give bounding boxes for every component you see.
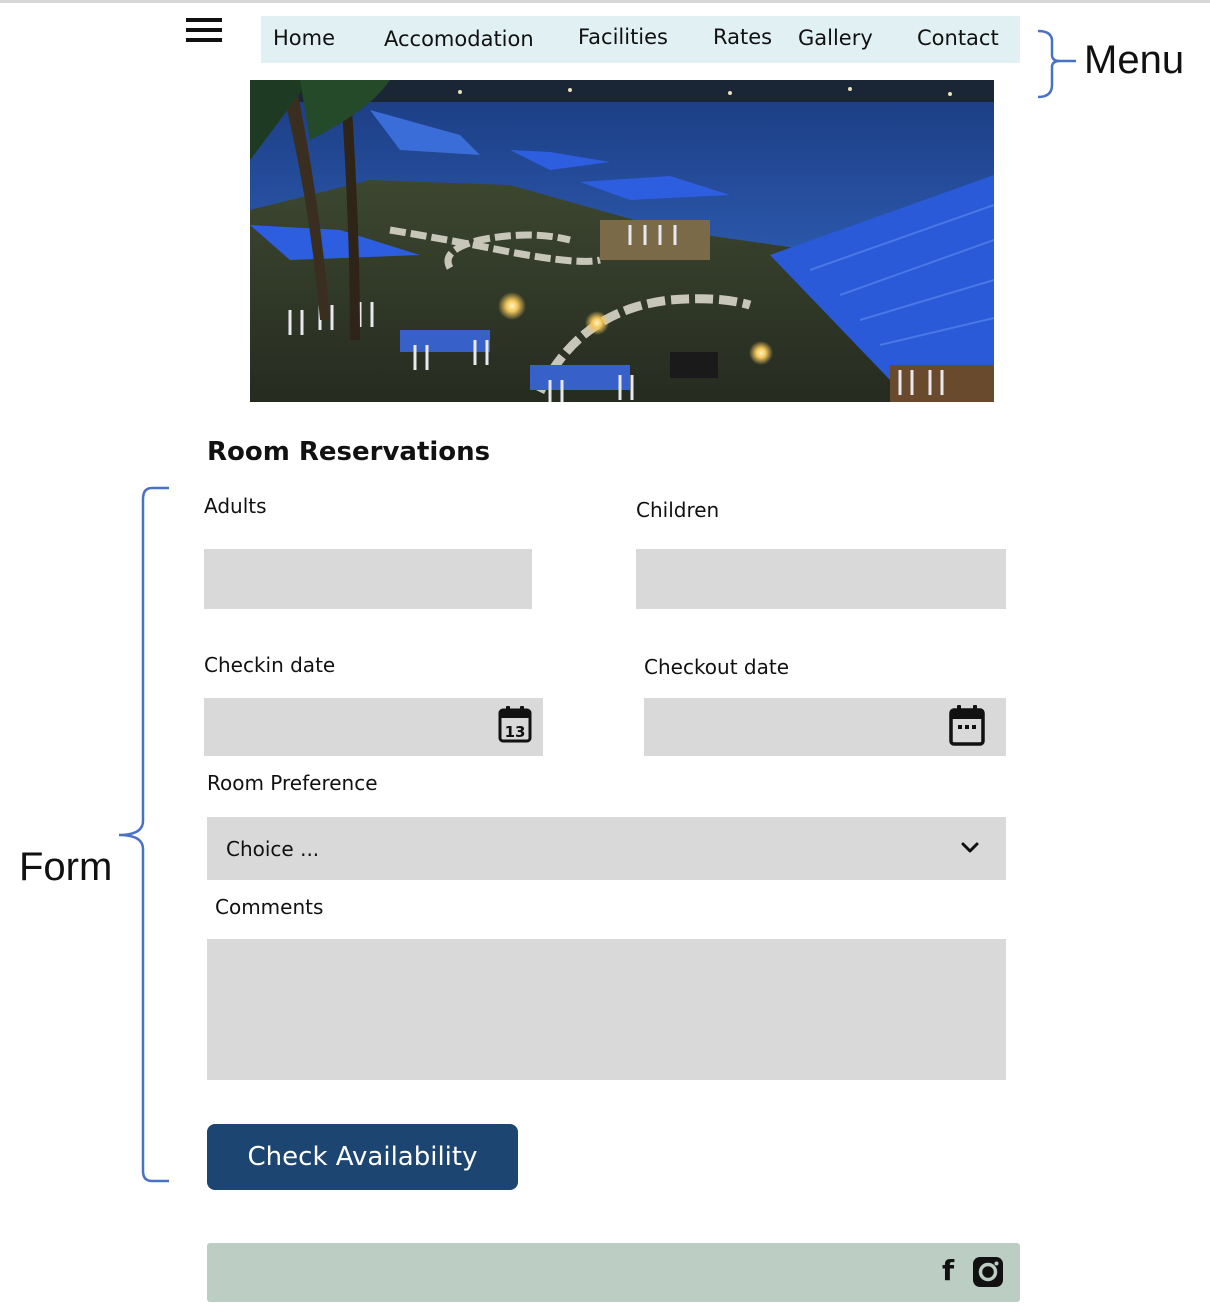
- adults-label: Adults: [204, 494, 267, 518]
- menu-item-gallery[interactable]: Gallery: [798, 26, 873, 50]
- room-preference-select[interactable]: Choice ...: [207, 817, 1006, 880]
- hamburger-menu-icon[interactable]: [186, 18, 222, 46]
- room-preference-label: Room Preference: [207, 771, 378, 795]
- calendar-13-icon[interactable]: 13: [498, 705, 532, 743]
- form-annotation-bracket: [118, 486, 169, 1183]
- svg-text:13: 13: [505, 723, 526, 741]
- check-availability-button[interactable]: Check Availability: [207, 1124, 518, 1190]
- facebook-icon[interactable]: f: [942, 1257, 954, 1285]
- main-menu: Home Accomodation Facilities Rates Galle…: [261, 16, 1020, 63]
- comments-textarea[interactable]: [207, 939, 1006, 1080]
- menu-item-facilities[interactable]: Facilities: [578, 25, 668, 49]
- menu-item-rates[interactable]: Rates: [713, 25, 772, 49]
- menu-annotation-label: Menu: [1084, 38, 1185, 82]
- children-label: Children: [636, 498, 720, 522]
- instagram-icon[interactable]: [973, 1257, 1003, 1287]
- menu-annotation-bracket: [1037, 29, 1076, 99]
- checkout-date-label: Checkout date: [644, 655, 790, 679]
- adults-input[interactable]: [204, 549, 532, 609]
- menu-item-home[interactable]: Home: [273, 26, 335, 50]
- menu-item-accomodation[interactable]: Accomodation: [384, 27, 534, 51]
- children-input[interactable]: [636, 549, 1006, 609]
- chevron-down-icon: [961, 842, 979, 853]
- form-annotation-label: Form: [19, 845, 113, 889]
- calendar-icon[interactable]: [949, 704, 985, 746]
- page-title: Room Reservations: [207, 437, 491, 467]
- hero-image: [250, 80, 994, 402]
- menu-item-contact[interactable]: Contact: [917, 26, 999, 50]
- checkin-date-input[interactable]: [204, 698, 543, 756]
- footer: f: [207, 1243, 1020, 1302]
- top-border: [0, 0, 1210, 3]
- room-preference-selected: Choice ...: [226, 837, 320, 861]
- checkin-date-label: Checkin date: [204, 653, 336, 677]
- comments-label: Comments: [215, 895, 324, 919]
